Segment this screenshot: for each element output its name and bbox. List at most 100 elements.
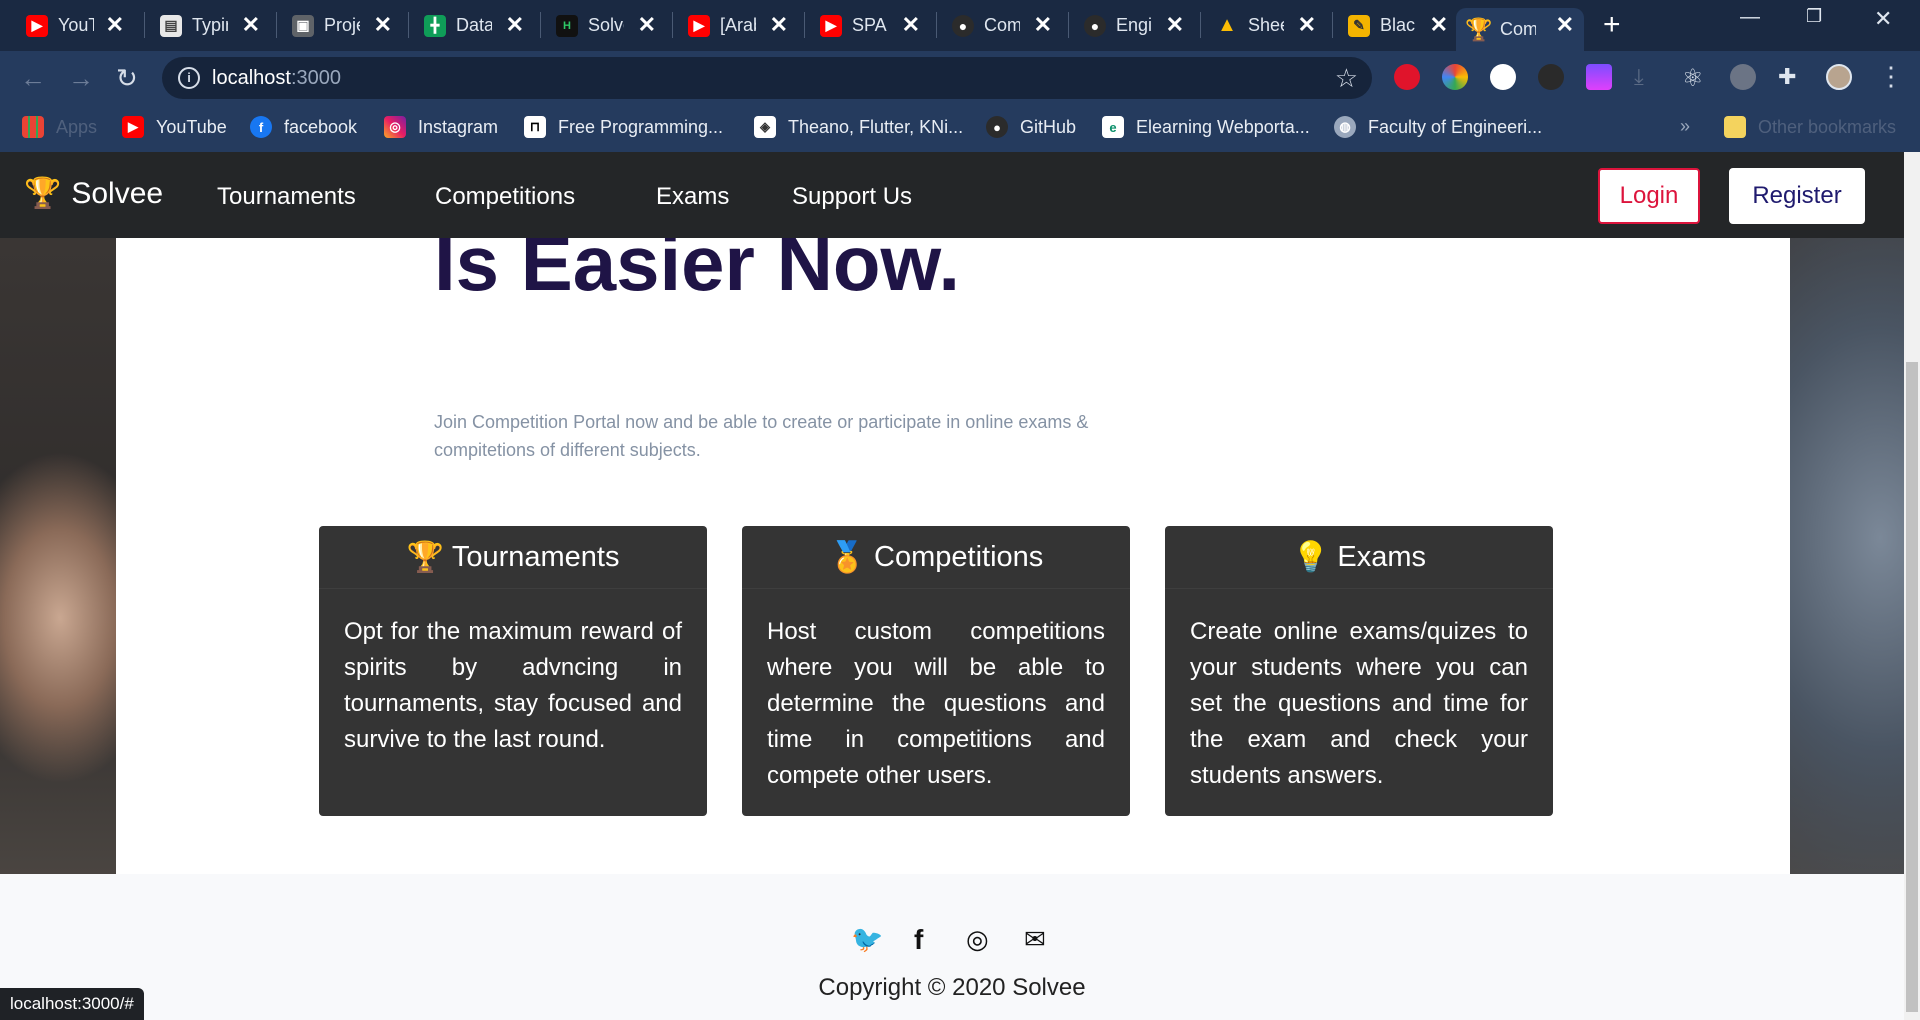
tab-spa[interactable]: ▶ SPA ✕ [808, 8, 930, 43]
tab-sheets[interactable]: ▲ Shee ✕ [1204, 8, 1326, 43]
close-icon[interactable]: ✕ [242, 14, 260, 36]
bookmarks-overflow-icon[interactable]: » [1680, 116, 1690, 137]
tab-title: Com [1500, 19, 1536, 39]
browser-menu-icon[interactable]: ⋮ [1878, 61, 1904, 92]
bookmark-other[interactable]: Other bookmarks [1724, 116, 1896, 138]
feature-header: 🏅 Competitions [742, 526, 1130, 589]
tab-com-github[interactable]: ● Com ✕ [940, 8, 1062, 43]
close-icon[interactable]: ✕ [1298, 14, 1316, 36]
menu-extension-icon[interactable] [1586, 64, 1612, 90]
bookmark-youtube[interactable]: ▶ YouTube [122, 116, 227, 138]
back-icon[interactable]: ← [20, 63, 46, 94]
new-tab-button[interactable]: + [1603, 10, 1621, 40]
twitter-icon[interactable]: 🐦 [851, 924, 883, 955]
color-picker-extension-icon[interactable] [1442, 64, 1468, 90]
window-close-icon[interactable]: ✕ [1874, 6, 1892, 32]
tab-title: Project [324, 15, 360, 35]
lightbulb-icon: 💡 [1292, 540, 1330, 574]
reload-icon[interactable]: ↻ [116, 63, 138, 94]
close-icon[interactable]: ✕ [1556, 14, 1574, 36]
nav-competitions[interactable]: Competitions [435, 183, 575, 211]
facebook-icon[interactable]: f [914, 924, 923, 956]
tab-active-competition[interactable]: 🏆 Com ✕ [1456, 8, 1584, 51]
tab-title: Data [456, 15, 492, 35]
close-icon[interactable]: ✕ [1430, 14, 1448, 36]
bookmark-label: Faculty of Engineeri... [1368, 116, 1543, 137]
close-icon[interactable]: ✕ [1166, 14, 1184, 36]
youtube-icon: ▶ [122, 116, 144, 138]
tab-divider [540, 12, 541, 38]
react-devtools-icon[interactable]: ⚛ [1682, 64, 1708, 92]
profile-extension-icon[interactable] [1730, 64, 1756, 90]
tab-title: Engi [1116, 15, 1152, 35]
adblock-extension-icon[interactable] [1394, 64, 1420, 90]
video-extension-icon[interactable] [1538, 64, 1564, 90]
tab-project[interactable]: ▣ Project ✕ [280, 8, 402, 43]
grammar-extension-icon[interactable] [1490, 64, 1516, 90]
tab-black[interactable]: ✎ Black ✕ [1336, 8, 1458, 43]
scrollbar-thumb[interactable] [1906, 362, 1918, 1012]
bookmark-theano[interactable]: ◈ Theano, Flutter, KNi... [754, 116, 963, 138]
nav-exams[interactable]: Exams [656, 183, 729, 211]
folder-icon [1724, 116, 1746, 138]
close-icon[interactable]: ✕ [638, 14, 656, 36]
hero-card: Is Easier Now. Join Competition Portal n… [116, 219, 1790, 896]
extensions-puzzle-icon[interactable]: ✚ [1778, 64, 1804, 90]
bookmark-instagram[interactable]: ◎ Instagram [384, 116, 498, 138]
nav-tournaments[interactable]: Tournaments [217, 183, 356, 211]
bookmark-label: Free Programming... [558, 116, 724, 137]
login-button[interactable]: Login [1598, 168, 1700, 224]
tab-divider [1200, 12, 1201, 38]
close-icon[interactable]: ✕ [1034, 14, 1052, 36]
bookmark-apps[interactable]: Apps [22, 116, 97, 138]
forward-icon[interactable]: → [68, 63, 94, 94]
bookmark-github[interactable]: ● GitHub [986, 116, 1076, 138]
mail-icon[interactable]: ✉ [1024, 924, 1046, 955]
tab-solve[interactable]: H Solve ✕ [544, 8, 666, 43]
tab-engi-github[interactable]: ● Engi ✕ [1072, 8, 1194, 43]
instagram-icon[interactable]: ◎ [966, 924, 989, 955]
bookmark-label: Instagram [418, 116, 499, 137]
close-icon[interactable]: ✕ [374, 14, 392, 36]
minimize-icon[interactable]: — [1740, 6, 1760, 29]
drive-icon: ▲ [1217, 14, 1237, 36]
tab-youtube[interactable]: ▶ YouTube ✕ [14, 8, 134, 43]
github-icon: ● [952, 14, 974, 37]
bookmark-site-icon: ⊓ [524, 116, 546, 138]
youtube-icon: ▶ [820, 14, 842, 37]
tab-arabic[interactable]: ▶ [Arabic] ✕ [676, 8, 798, 43]
bookmark-star-icon[interactable]: ☆ [1335, 63, 1358, 94]
nav-support-us[interactable]: Support Us [792, 183, 912, 211]
close-icon[interactable]: ✕ [106, 14, 124, 36]
typing-icon: ▤ [160, 14, 182, 37]
register-button[interactable]: Register [1729, 168, 1865, 224]
youtube-icon: ▶ [688, 14, 710, 37]
avatar[interactable] [1826, 64, 1852, 90]
feature-header: 🏆 Tournaments [319, 526, 707, 589]
feature-text: Host custom competitions where you will … [767, 618, 1105, 789]
restore-icon[interactable]: ❐ [1806, 6, 1822, 27]
bookmark-facebook[interactable]: f facebook [250, 116, 357, 138]
bookmark-free-programming[interactable]: ⊓ Free Programming... [524, 116, 723, 138]
tab-typing[interactable]: ▤ Typing ✕ [148, 8, 270, 43]
download-extension-icon[interactable]: ⤓ [1634, 64, 1660, 90]
page-scrollbar[interactable] [1904, 152, 1920, 1020]
brand-logo[interactable]: 🏆 Solvee [24, 176, 163, 211]
tab-divider [1332, 12, 1333, 38]
link-status-bubble: localhost:3000/# [0, 988, 144, 1020]
tab-title: [Arabic] [720, 15, 756, 35]
close-icon[interactable]: ✕ [506, 14, 524, 36]
address-bar[interactable]: i localhost:3000 ☆ [162, 57, 1372, 99]
site-info-icon[interactable]: i [178, 67, 200, 89]
trophy-icon: 🏆 [1465, 16, 1493, 42]
close-icon[interactable]: ✕ [770, 14, 788, 36]
address-url[interactable]: localhost:3000 [212, 67, 341, 90]
elearning-icon: e [1102, 116, 1124, 138]
feature-title: Exams [1337, 540, 1426, 573]
close-icon[interactable]: ✕ [902, 14, 920, 36]
github-icon: ● [1084, 14, 1106, 37]
bookmark-elearning[interactable]: e Elearning Webporta... [1102, 116, 1310, 138]
tab-data[interactable]: ╋ Data ✕ [412, 8, 534, 43]
bookmarks-bar: Apps ▶ YouTube f facebook ◎ Instagram ⊓ … [0, 106, 1920, 152]
bookmark-faculty[interactable]: ◍ Faculty of Engineeri... [1334, 116, 1542, 138]
